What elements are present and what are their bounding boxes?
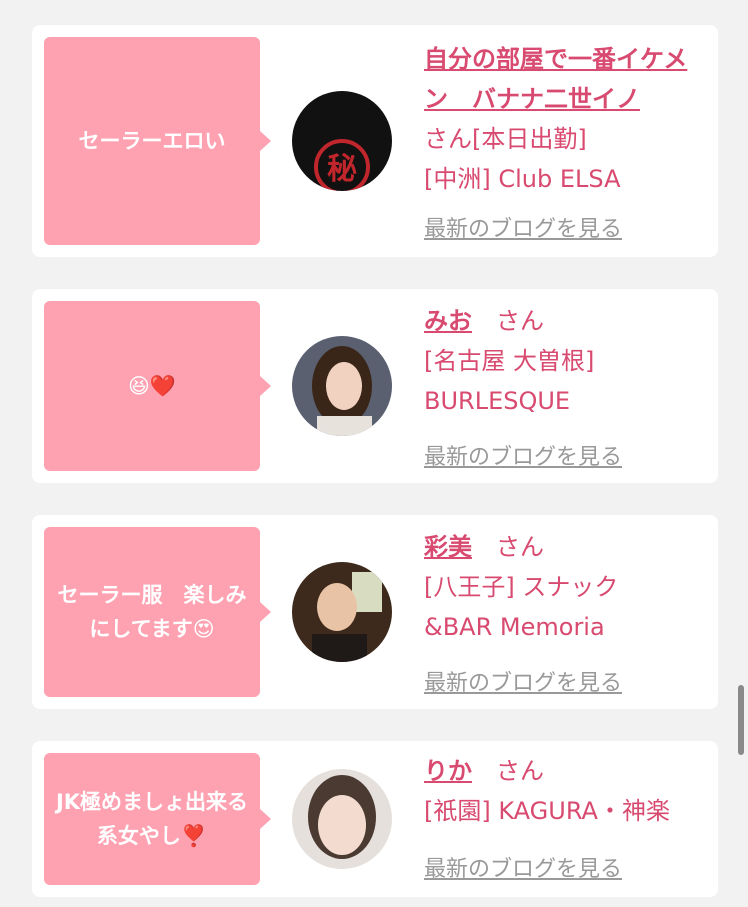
user-name-link[interactable]: みお xyxy=(424,307,472,335)
user-info: 自分の部屋で一番イケメン バナナ二世イノ さん[本日出勤] [中洲] Club … xyxy=(424,39,704,199)
user-info: みお さん [名古屋 大曽根] BURLESQUE xyxy=(424,301,704,421)
shop-name: [八王子] スナック&BAR Memoria xyxy=(424,573,619,641)
message-bubble: セーラーエロい xyxy=(44,37,271,245)
message-card: セーラーエロい 秘 自分の部屋で一番イケメン バナナ二世イノ さん[本日出勤] … xyxy=(32,25,718,257)
message-bubble: 😆❤️ xyxy=(44,301,271,471)
user-name-link[interactable]: りか xyxy=(424,757,472,785)
avatar[interactable] xyxy=(292,336,392,436)
latest-blog-link[interactable]: 最新のブログを見る xyxy=(424,211,622,243)
user-suffix: さん[本日出勤] xyxy=(424,125,587,153)
user-info: 彩美 さん [八王子] スナック&BAR Memoria xyxy=(424,527,704,647)
avatar[interactable]: 秘 xyxy=(292,91,392,191)
latest-blog-link[interactable]: 最新のブログを見る xyxy=(424,851,622,883)
user-suffix: さん xyxy=(472,757,544,785)
message-card: 😆❤️ みお さん [名古屋 大曽根] BURLESQUE 最新のブログを見る xyxy=(32,289,718,483)
svg-text:秘: 秘 xyxy=(327,152,357,187)
user-name-link[interactable]: 彩美 xyxy=(424,533,472,561)
vertical-scrollbar[interactable] xyxy=(738,685,744,755)
message-text: セーラー服 楽しみにしてます😍 xyxy=(57,583,247,641)
latest-blog-link[interactable]: 最新のブログを見る xyxy=(424,665,622,697)
message-text: 😆❤️ xyxy=(127,374,177,398)
message-bubble: JK極めましょ出来る系女やし❣️ xyxy=(44,753,271,885)
user-info: りか さん [祇園] KAGURA・神楽 xyxy=(424,751,704,831)
shop-name: [祇園] KAGURA・神楽 xyxy=(424,797,670,825)
avatar[interactable] xyxy=(292,562,392,662)
user-suffix: さん xyxy=(472,533,544,561)
message-card: セーラー服 楽しみにしてます😍 彩美 さん [八王子] スナック&BAR Mem… xyxy=(32,515,718,709)
message-text: JK極めましょ出来る系女やし❣️ xyxy=(55,790,249,848)
message-bubble: セーラー服 楽しみにしてます😍 xyxy=(44,527,271,697)
message-text: セーラーエロい xyxy=(78,129,226,153)
shop-name: [名古屋 大曽根] BURLESQUE xyxy=(424,347,595,415)
user-suffix: さん xyxy=(472,307,544,335)
avatar[interactable] xyxy=(292,769,392,869)
user-name-link[interactable]: 自分の部屋で一番イケメン バナナ二世イノ xyxy=(424,45,687,113)
message-card: JK極めましょ出来る系女やし❣️ りか さん [祇園] KAGURA・神楽 最新… xyxy=(32,741,718,897)
latest-blog-link[interactable]: 最新のブログを見る xyxy=(424,439,622,471)
shop-name: [中洲] Club ELSA xyxy=(424,165,621,193)
